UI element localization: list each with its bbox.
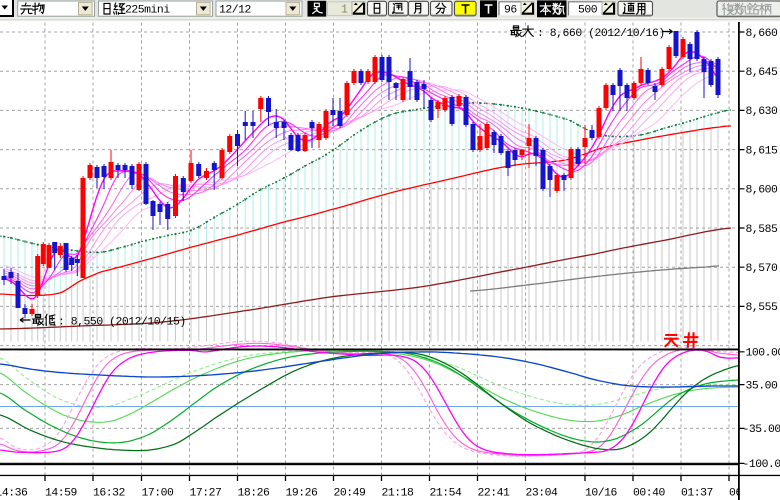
svg-text:21:18: 21:18 xyxy=(382,488,415,500)
svg-text:8,555: 8,555 xyxy=(746,302,779,314)
svg-text:-35.00: -35.00 xyxy=(743,424,780,436)
svg-text:20:49: 20:49 xyxy=(334,488,367,500)
svg-text:500: 500 xyxy=(578,4,598,16)
svg-text:35.00: 35.00 xyxy=(746,380,779,392)
svg-text:8,645: 8,645 xyxy=(746,67,779,79)
svg-text:17:00: 17:00 xyxy=(142,488,175,500)
svg-text:-100.0: -100.0 xyxy=(743,459,780,471)
svg-text:19:26: 19:26 xyxy=(286,488,319,500)
svg-text:225mini: 225mini xyxy=(125,5,170,17)
svg-text:96: 96 xyxy=(504,4,517,16)
svg-text:1: 1 xyxy=(341,3,348,16)
svg-text:14:36: 14:36 xyxy=(0,488,28,500)
svg-text:23:04: 23:04 xyxy=(526,488,559,500)
svg-text:18:26: 18:26 xyxy=(238,488,271,500)
svg-text:21:54: 21:54 xyxy=(430,488,463,500)
svg-text:: 8,660 (2012/10/16): : 8,660 (2012/10/16) xyxy=(537,28,665,40)
svg-text:22:41: 22:41 xyxy=(478,488,511,500)
svg-text:8,585: 8,585 xyxy=(746,224,779,236)
svg-text:00:40: 00:40 xyxy=(633,488,666,500)
svg-text:8,660: 8,660 xyxy=(746,28,779,40)
svg-text:100.00: 100.00 xyxy=(746,348,780,360)
svg-text:8,570: 8,570 xyxy=(746,263,779,275)
svg-text:8,600: 8,600 xyxy=(746,185,779,197)
svg-text:8,630: 8,630 xyxy=(746,106,779,118)
svg-text:: 8,550 (2012/10/15): : 8,550 (2012/10/15) xyxy=(58,317,186,329)
svg-text:8,615: 8,615 xyxy=(746,145,779,157)
svg-text:14:59: 14:59 xyxy=(45,488,78,500)
svg-text:17:27: 17:27 xyxy=(190,488,222,500)
svg-text:16:32: 16:32 xyxy=(93,488,126,500)
svg-text:12/12: 12/12 xyxy=(219,5,252,17)
svg-text:10/16: 10/16 xyxy=(585,488,618,500)
svg-text:01:37: 01:37 xyxy=(681,488,713,500)
